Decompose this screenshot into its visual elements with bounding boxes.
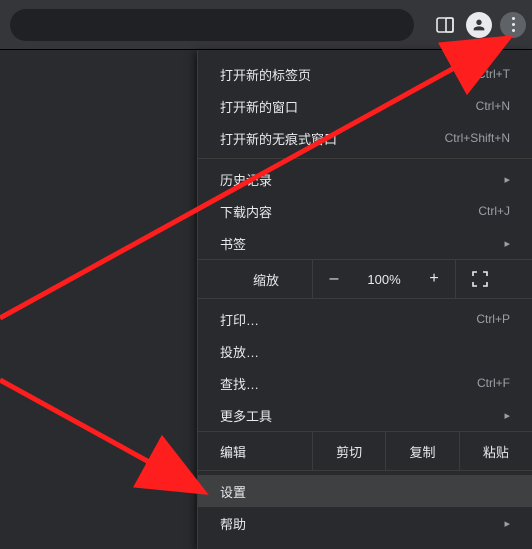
menu-item-accel: Ctrl+N — [476, 99, 510, 113]
side-panel-icon[interactable] — [432, 12, 458, 38]
fullscreen-icon[interactable] — [456, 271, 504, 287]
edit-cut-button[interactable]: 剪切 — [313, 442, 385, 461]
menu-item-label: 打开新的窗口 — [220, 97, 476, 116]
menu-cast[interactable]: 投放… — [198, 335, 532, 367]
edit-copy-button[interactable]: 复制 — [386, 442, 458, 461]
menu-find[interactable]: 查找… Ctrl+F — [198, 367, 532, 399]
menu-item-label: 书签 — [220, 234, 498, 253]
submenu-indicator-icon: ▸ — [504, 409, 510, 422]
menu-settings[interactable]: 设置 — [198, 475, 532, 507]
menu-item-accel: Ctrl+F — [477, 376, 510, 390]
menu-separator — [198, 158, 532, 159]
menu-history[interactable]: 历史记录 ▸ — [198, 163, 532, 195]
chrome-main-menu: 打开新的标签页 Ctrl+T 打开新的窗口 Ctrl+N 打开新的无痕式窗口 C… — [197, 50, 532, 549]
menu-help[interactable]: 帮助 ▸ — [198, 507, 532, 539]
menu-item-label: 下载内容 — [220, 202, 478, 221]
profile-icon[interactable] — [466, 12, 492, 38]
zoom-in-button[interactable]: + — [413, 270, 455, 288]
menu-edit-row: 编辑 剪切 复制 粘贴 — [198, 431, 532, 471]
menu-new-incognito[interactable]: 打开新的无痕式窗口 Ctrl+Shift+N — [198, 122, 532, 154]
menu-item-accel: Ctrl+Shift+N — [445, 131, 510, 145]
menu-new-window[interactable]: 打开新的窗口 Ctrl+N — [198, 90, 532, 122]
submenu-indicator-icon: ▸ — [504, 173, 510, 186]
menu-item-label: 帮助 — [220, 514, 498, 533]
edit-paste-button[interactable]: 粘贴 — [460, 442, 532, 461]
zoom-out-button[interactable]: – — [313, 270, 355, 288]
zoom-label: 缩放 — [220, 270, 312, 289]
menu-item-accel: Ctrl+J — [478, 204, 510, 218]
omnibox[interactable] — [10, 9, 414, 41]
menu-item-label: 设置 — [220, 482, 510, 501]
menu-item-label: 打印… — [220, 310, 476, 329]
menu-item-label: 打开新的标签页 — [220, 65, 477, 84]
menu-item-accel: Ctrl+T — [477, 67, 510, 81]
kebab-menu-icon[interactable] — [500, 12, 526, 38]
menu-item-accel: Ctrl+P — [476, 312, 510, 326]
menu-bookmarks[interactable]: 书签 ▸ — [198, 227, 532, 259]
menu-item-label: 投放… — [220, 342, 510, 361]
browser-toolbar — [0, 0, 532, 50]
menu-zoom-row: 缩放 – 100% + — [198, 259, 532, 299]
submenu-indicator-icon: ▸ — [504, 517, 510, 530]
menu-item-label: 历史记录 — [220, 170, 498, 189]
menu-new-tab[interactable]: 打开新的标签页 Ctrl+T — [198, 58, 532, 90]
menu-item-label: 更多工具 — [220, 406, 498, 425]
menu-downloads[interactable]: 下载内容 Ctrl+J — [198, 195, 532, 227]
edit-label: 编辑 — [220, 442, 312, 461]
menu-item-label: 查找… — [220, 374, 477, 393]
menu-print[interactable]: 打印… Ctrl+P — [198, 303, 532, 335]
zoom-value: 100% — [355, 272, 413, 287]
menu-more-tools[interactable]: 更多工具 ▸ — [198, 399, 532, 431]
submenu-indicator-icon: ▸ — [504, 237, 510, 250]
menu-item-label: 打开新的无痕式窗口 — [220, 129, 445, 148]
